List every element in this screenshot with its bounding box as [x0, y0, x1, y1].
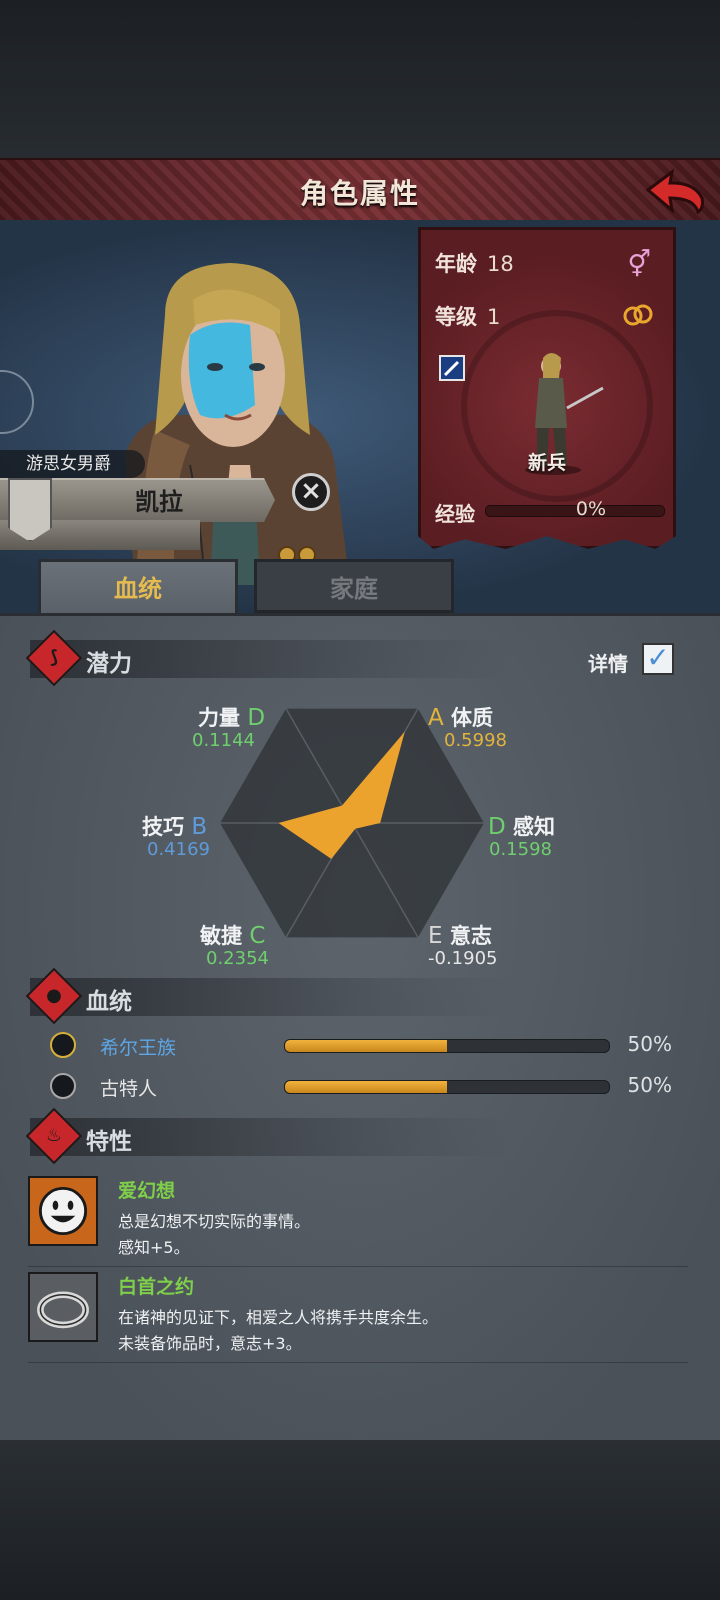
scroll-indicator	[0, 370, 34, 434]
level-label: 等级	[435, 305, 477, 329]
wedding-rings-icon[interactable]	[621, 302, 655, 328]
attr-perception-grade: D	[488, 814, 506, 840]
bottom-backdrop	[0, 1440, 720, 1600]
attr-strength-value: 0.1144	[192, 730, 255, 751]
lineage-percent: 50%	[627, 1032, 672, 1056]
detail-checkbox[interactable]: ✓	[642, 643, 674, 675]
lineage-name: 古特人	[100, 1078, 158, 1100]
detail-label: 详情	[588, 652, 628, 676]
potential-title: 潜力	[86, 651, 132, 677]
attr-skill-label: 技巧 B	[142, 814, 208, 840]
lineage-row[interactable]: 希尔王族 50%	[48, 1030, 688, 1064]
tab-bar: 血统 家庭	[0, 557, 720, 615]
royal-crest-icon	[50, 1032, 76, 1058]
lineage-percent: 50%	[627, 1073, 672, 1097]
attr-agility-grade: C	[249, 923, 266, 949]
tab-family[interactable]: 家庭	[254, 559, 454, 613]
attr-constitution-label: A 体质	[428, 705, 494, 731]
attr-will-grade: E	[428, 923, 443, 949]
crossed-axes-icon	[50, 1073, 76, 1099]
attr-skill-grade: B	[191, 814, 208, 840]
title-bar: 角色属性	[0, 158, 720, 225]
age-label: 年龄	[435, 252, 477, 276]
trait-name: 白首之约	[118, 1276, 195, 1298]
lineage-section-header: ● 血统	[25, 967, 510, 1025]
attr-constitution-grade: A	[428, 705, 444, 731]
lineage-progress-bar	[284, 1039, 610, 1053]
attr-constitution-value: 0.5998	[444, 730, 507, 751]
trait-name: 爱幻想	[118, 1180, 176, 1202]
lineage-name: 希尔王族	[100, 1037, 177, 1059]
attr-agility-label: 敏捷 C	[200, 923, 266, 949]
level-row: 等级 1	[435, 301, 500, 331]
silver-ring-icon	[28, 1272, 98, 1342]
unit-class-label: 新兵	[527, 452, 566, 474]
trait-description: 在诸神的见证下，相爱之人将携手共度余生。	[118, 1308, 439, 1327]
attr-will-value: -0.1905	[428, 948, 498, 969]
trait-description: 总是幻想不切实际的事情。	[118, 1212, 311, 1231]
attr-perception-label: D 感知	[488, 814, 556, 840]
level-value: 1	[487, 305, 501, 329]
sword-skill-icon[interactable]	[439, 355, 465, 381]
lineage-row[interactable]: 古特人 50%	[48, 1071, 688, 1105]
dismiss-close-icon[interactable]: ×	[292, 473, 330, 511]
page-title: 角色属性	[299, 177, 420, 210]
trait-effect: 未装备饰品时，意志+3。	[118, 1334, 302, 1353]
traits-section-header: ♨ 特性	[25, 1107, 510, 1165]
top-backdrop	[0, 0, 720, 158]
age-value: 18	[487, 252, 514, 276]
character-stat-card: 年龄 18 ⚥ 等级 1 新兵 经验 0%	[418, 227, 676, 549]
trait-item[interactable]: 爱幻想 总是幻想不切实际的事情。 感知+5。	[28, 1176, 688, 1267]
tab-lineage[interactable]: 血统	[38, 559, 238, 613]
attr-agility-value: 0.2354	[206, 948, 269, 969]
female-gender-icon: ⚥	[627, 250, 651, 280]
lineage-title: 血统	[86, 989, 132, 1015]
noble-title: 游思女男爵	[0, 450, 145, 478]
attr-strength-label: 力量 D	[198, 705, 266, 731]
trait-item[interactable]: 白首之约 在诸神的见证下，相爱之人将携手共度余生。 未装备饰品时，意志+3。	[28, 1272, 688, 1363]
attr-perception-value: 0.1598	[489, 839, 552, 860]
trait-effect: 感知+5。	[118, 1238, 190, 1257]
potential-section-header: ⟆ 潜力	[25, 629, 510, 687]
age-row: 年龄 18	[435, 248, 514, 278]
character-name[interactable]: 凯拉	[135, 482, 183, 517]
back-arrow-icon[interactable]	[642, 168, 706, 216]
smiley-face-icon	[28, 1176, 98, 1246]
attr-skill-value: 0.4169	[147, 839, 210, 860]
attr-strength-grade: D	[247, 705, 266, 731]
traits-title: 特性	[86, 1129, 132, 1155]
attr-will-label: E 意志	[428, 923, 492, 949]
lineage-progress-bar	[284, 1080, 610, 1094]
